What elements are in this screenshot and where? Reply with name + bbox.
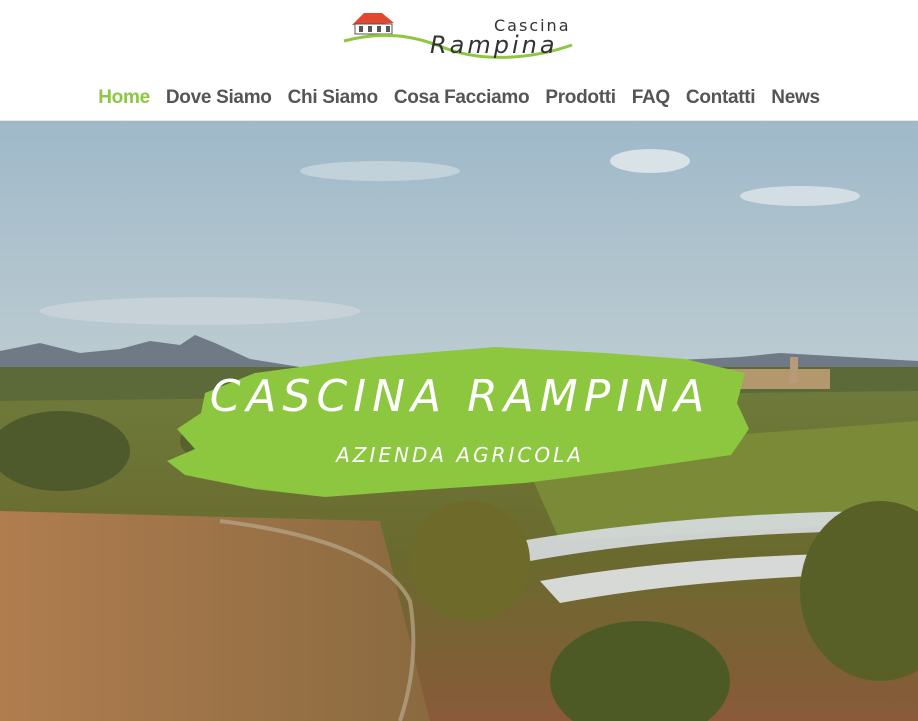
site-header: Cascina Rampina Home Dove Siamo Chi Siam…: [0, 0, 918, 121]
nav-item-news[interactable]: News: [771, 87, 820, 109]
hero-banner: Cascina Rampina Azienda Agricola: [0, 121, 918, 721]
nav-item-chi-siamo[interactable]: Chi Siamo: [288, 87, 379, 109]
main-nav: Home Dove Siamo Chi Siamo Cosa Facciamo …: [0, 84, 918, 112]
hero-subtitle: Azienda Agricola: [336, 443, 584, 467]
hero-title: Cascina Rampina: [209, 371, 711, 422]
brush-stroke-shape: [167, 347, 749, 497]
nav-item-contatti[interactable]: Contatti: [686, 87, 756, 109]
nav-item-prodotti[interactable]: Prodotti: [545, 87, 616, 109]
nav-item-faq[interactable]: FAQ: [632, 87, 670, 109]
nav-item-dove-siamo[interactable]: Dove Siamo: [166, 87, 272, 109]
nav-item-cosa-facciamo[interactable]: Cosa Facciamo: [394, 87, 530, 109]
nav-item-home[interactable]: Home: [98, 87, 150, 109]
site-logo[interactable]: Cascina Rampina: [342, 5, 574, 69]
hero-title-badge: Cascina Rampina Azienda Agricola: [165, 343, 755, 503]
logo-graphic: Cascina Rampina: [343, 13, 573, 59]
farmhouse-icon: [352, 13, 394, 35]
svg-text:Rampina: Rampina: [430, 31, 558, 59]
